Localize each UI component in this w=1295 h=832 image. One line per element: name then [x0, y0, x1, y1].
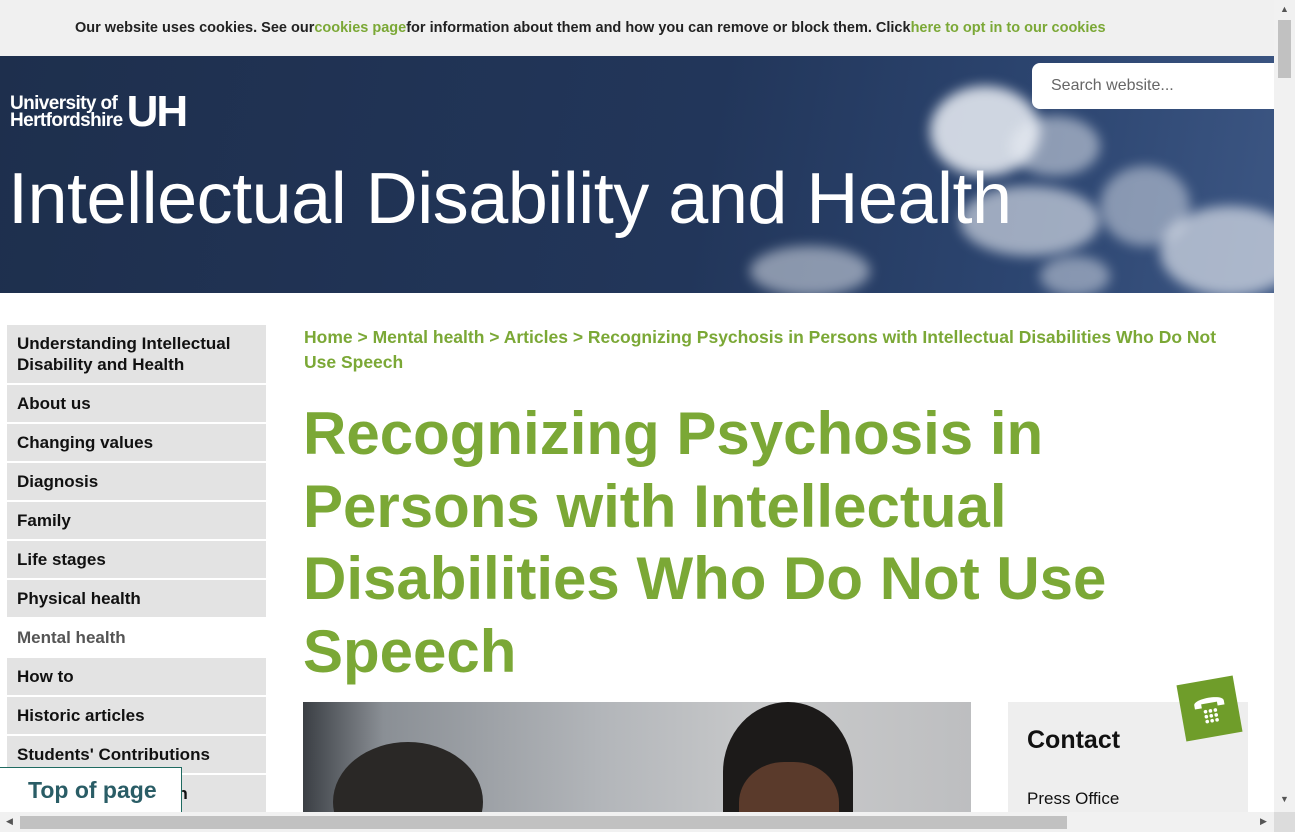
- sidebar-item-diagnosis[interactable]: Diagnosis: [7, 463, 266, 502]
- university-logo[interactable]: University of Hertfordshire UH: [10, 87, 189, 136]
- sidebar-item-changing-values[interactable]: Changing values: [7, 424, 266, 463]
- vertical-scrollbar[interactable]: ▲ ▼: [1274, 0, 1295, 812]
- sidebar-item-life-stages[interactable]: Life stages: [7, 541, 266, 580]
- sidebar-item-understanding[interactable]: Understanding Intellectual Disability an…: [7, 325, 266, 385]
- vertical-scroll-thumb[interactable]: [1278, 20, 1291, 78]
- sidebar-item-how-to[interactable]: How to: [7, 658, 266, 697]
- sidebar-item-mental-health[interactable]: Mental health: [7, 619, 266, 658]
- phone-icon[interactable]: [1176, 675, 1243, 742]
- scroll-down-icon[interactable]: ▼: [1280, 794, 1289, 804]
- logo-wordmark: University of Hertfordshire: [10, 94, 123, 131]
- sidebar-item-physical-health[interactable]: Physical health: [7, 580, 266, 619]
- scroll-right-icon[interactable]: ▶: [1260, 816, 1267, 827]
- top-of-page-button[interactable]: Top of page: [0, 767, 182, 814]
- scrollbar-corner: [1274, 812, 1295, 832]
- cookie-text-before: Our website uses cookies. See our: [75, 20, 315, 36]
- sidebar-item-family[interactable]: Family: [7, 502, 266, 541]
- logo-line2: Hertfordshire: [10, 110, 123, 131]
- cookies-page-link[interactable]: cookies page: [314, 20, 406, 36]
- logo-mark: UH: [126, 87, 189, 136]
- cookie-banner: Our website uses cookies. See our cookie…: [0, 0, 1274, 56]
- breadcrumb-separator: >: [357, 327, 373, 347]
- breadcrumb-separator: >: [572, 327, 588, 347]
- horizontal-scrollbar[interactable]: ◀ ▶: [0, 812, 1274, 832]
- scroll-left-icon[interactable]: ◀: [6, 816, 13, 827]
- page-title: Recognizing Psychosis in Persons with In…: [303, 400, 1107, 685]
- sidebar-item-historic-articles[interactable]: Historic articles: [7, 697, 266, 736]
- site-title[interactable]: Intellectual Disability and Health: [8, 158, 1012, 240]
- site-header: University of Hertfordshire UH Intellect…: [0, 56, 1274, 293]
- opt-in-cookies-link[interactable]: here to opt in to our cookies: [911, 20, 1106, 36]
- cookie-text-middle: for information about them and how you c…: [406, 20, 911, 36]
- breadcrumb-home[interactable]: Home: [304, 327, 353, 347]
- breadcrumb-separator: >: [489, 327, 504, 347]
- article-hero-image: [303, 702, 971, 812]
- breadcrumb-articles[interactable]: Articles: [504, 327, 568, 347]
- horizontal-scroll-thumb[interactable]: [20, 816, 1067, 829]
- sidebar-item-about-us[interactable]: About us: [7, 385, 266, 424]
- breadcrumb-mental-health[interactable]: Mental health: [373, 327, 485, 347]
- breadcrumb: Home > Mental health > Articles > Recogn…: [304, 325, 1234, 375]
- scroll-up-icon[interactable]: ▲: [1280, 4, 1289, 14]
- search-input[interactable]: [1032, 63, 1274, 109]
- contact-press-office: Press Office: [1027, 789, 1120, 808]
- sidebar-nav: Understanding Intellectual Disability an…: [7, 325, 266, 814]
